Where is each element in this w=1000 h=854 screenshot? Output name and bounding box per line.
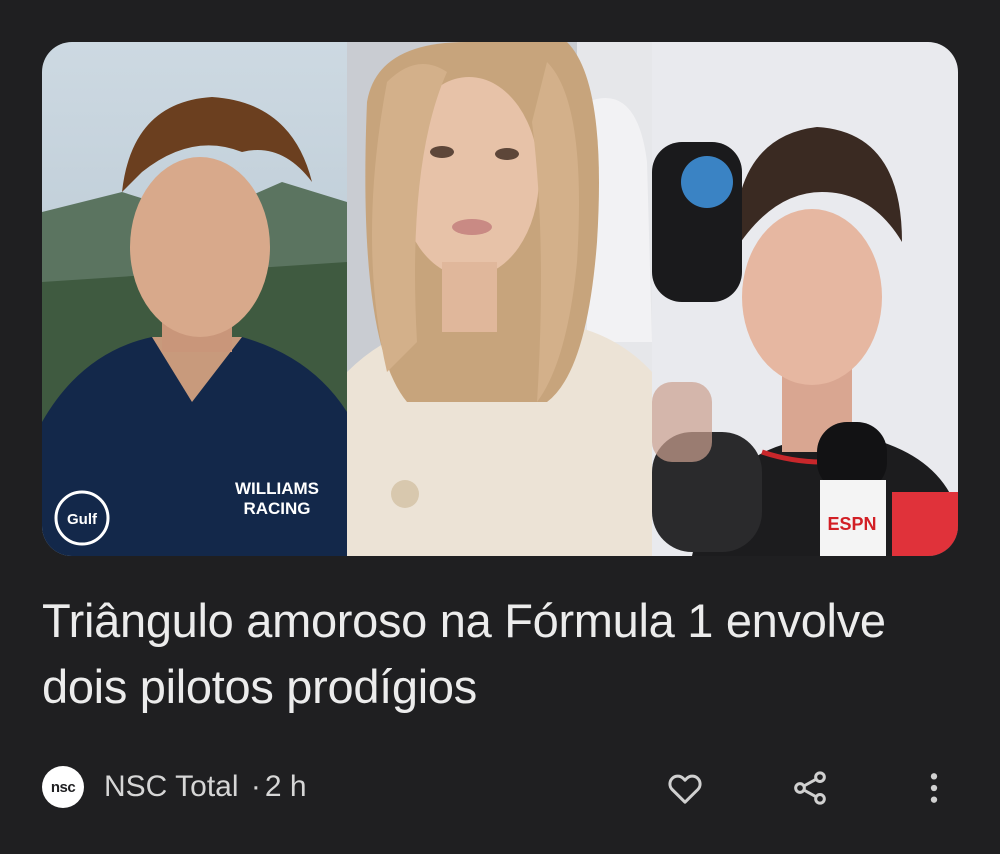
source-meta: NSC Total · 2 h: [104, 768, 307, 806]
news-card[interactable]: WILLIAMS RACING Gulf ESPN Triângulo amor…: [0, 0, 1000, 854]
heart-icon: [668, 774, 702, 804]
publish-time: 2 h: [264, 770, 307, 803]
meta-separator: ·: [250, 770, 261, 803]
share-icon: [794, 771, 826, 805]
mic-flag-text: ESPN: [827, 514, 876, 534]
article-image-woman-center: [347, 42, 652, 556]
jersey-text-williams: WILLIAMS: [235, 479, 319, 498]
source-name[interactable]: NSC Total: [104, 770, 239, 803]
article-footer: nsc NSC Total · 2 h: [42, 758, 958, 818]
article-image-collage[interactable]: WILLIAMS RACING Gulf ESPN: [42, 42, 958, 556]
share-button[interactable]: [786, 764, 834, 812]
jersey-text-racing: RACING: [243, 499, 310, 518]
more-options-button[interactable]: [910, 764, 958, 812]
like-button[interactable]: [661, 764, 709, 812]
article-headline[interactable]: Triângulo amoroso na Fórmula 1 envolve d…: [42, 588, 922, 720]
gulf-badge-text: Gulf: [67, 511, 98, 528]
source-logo[interactable]: nsc: [42, 766, 84, 808]
article-image-driver-right: ESPN: [652, 42, 958, 556]
article-image-driver-left: WILLIAMS RACING Gulf: [42, 42, 347, 556]
more-vert-icon: [930, 773, 938, 803]
